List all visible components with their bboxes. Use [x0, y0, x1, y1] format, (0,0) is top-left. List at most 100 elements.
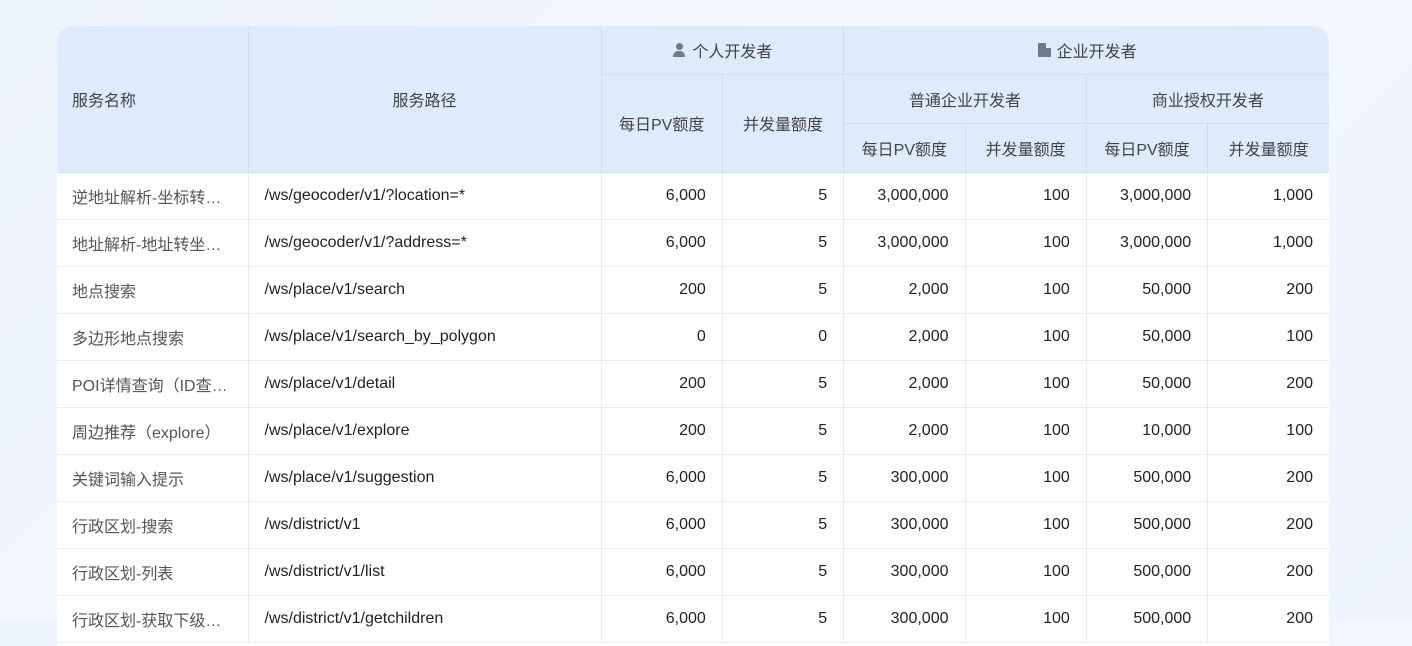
table-row: 逆地址解析-坐标转…/ws/geocoder/v1/?location=* 6,0… — [57, 172, 1329, 220]
service-path-cell: /ws/place/v1/detail — [248, 360, 602, 408]
normal-daily-pv-cell: 2,000 — [843, 360, 966, 408]
service-path-cell: /ws/place/v1/explore — [248, 407, 602, 455]
service-path-cell: /ws/place/v1/suggestion — [248, 454, 602, 502]
service-path-cell: /ws/geocoder/v1/?address=* — [248, 219, 602, 267]
service-name-cell: 行政区划-搜索 — [57, 501, 249, 549]
commercial-daily-pv-cell: 3,000,000 — [1086, 172, 1209, 220]
personal-daily-pv-cell: 6,000 — [601, 548, 723, 596]
commercial-daily-pv-cell: 500,000 — [1086, 501, 1209, 549]
header-enterprise-developer-label: 企业开发者 — [1056, 44, 1137, 62]
personal-concurrency-cell: 5 — [722, 595, 845, 643]
header-normal-enterprise: 普通企业开发者 — [843, 74, 1087, 124]
personal-concurrency-cell: 5 — [722, 266, 845, 314]
service-name-cell: 地点搜索 — [57, 266, 249, 314]
normal-daily-pv-cell: 3,000,000 — [843, 172, 966, 220]
normal-daily-pv-cell: 2,000 — [843, 313, 966, 361]
commercial-daily-pv-cell: 3,000,000 — [1086, 219, 1209, 267]
table-row: 行政区划-列表/ws/district/v1/list 6,000 5 300,000… — [57, 548, 1329, 596]
quota-table: 服务名称 服务路径 个人开发者 企业开发者 每日PV额度 并发量额度 普通企业开… — [57, 26, 1329, 643]
table-body: 逆地址解析-坐标转…/ws/geocoder/v1/?location=* 6,0… — [57, 172, 1329, 643]
commercial-concurrency-cell: 200 — [1207, 266, 1329, 314]
table-row: POI详情查询（ID查…/ws/place/v1/detail 200 5 2,000… — [57, 360, 1329, 408]
personal-daily-pv-cell: 200 — [601, 360, 723, 408]
commercial-concurrency-cell: 100 — [1207, 313, 1329, 361]
normal-concurrency-cell: 100 — [965, 548, 1087, 596]
personal-daily-pv-cell: 6,000 — [601, 595, 723, 643]
table-row: 多边形地点搜索/ws/place/v1/search_by_polygon 0 0 2… — [57, 313, 1329, 361]
service-path-cell: /ws/place/v1/search_by_polygon — [248, 313, 602, 361]
commercial-concurrency-cell: 200 — [1207, 595, 1329, 643]
header-personal-concurrency: 并发量额度 — [722, 74, 845, 173]
personal-concurrency-cell: 5 — [722, 219, 845, 267]
commercial-daily-pv-cell: 500,000 — [1086, 595, 1209, 643]
personal-concurrency-cell: 5 — [722, 172, 845, 220]
commercial-daily-pv-cell: 50,000 — [1086, 313, 1209, 361]
header-personal-developer: 个人开发者 — [601, 26, 845, 76]
commercial-concurrency-cell: 200 — [1207, 454, 1329, 502]
service-name-cell: 行政区划-获取下级… — [57, 595, 249, 643]
table-row: 行政区划-搜索/ws/district/v1 6,000 5 300,000 100 50… — [57, 501, 1329, 549]
header-personal-daily-pv: 每日PV额度 — [601, 74, 723, 173]
service-path-cell: /ws/geocoder/v1/?location=* — [248, 172, 602, 220]
normal-concurrency-cell: 100 — [965, 219, 1087, 267]
normal-concurrency-cell: 100 — [965, 266, 1087, 314]
header-commercial-auth: 商业授权开发者 — [1086, 74, 1329, 124]
normal-daily-pv-cell: 300,000 — [843, 595, 966, 643]
header-commercial-daily-pv: 每日PV额度 — [1086, 123, 1209, 173]
commercial-concurrency-cell: 200 — [1207, 548, 1329, 596]
personal-concurrency-cell: 5 — [722, 501, 845, 549]
personal-daily-pv-cell: 6,000 — [601, 219, 723, 267]
table-row: 地址解析-地址转坐…/ws/geocoder/v1/?address=* 6,00… — [57, 219, 1329, 267]
normal-concurrency-cell: 100 — [965, 454, 1087, 502]
personal-daily-pv-cell: 0 — [601, 313, 723, 361]
commercial-daily-pv-cell: 500,000 — [1086, 548, 1209, 596]
personal-concurrency-cell: 5 — [722, 360, 845, 408]
table-row: 关键词输入提示/ws/place/v1/suggestion 6,000 5 300,… — [57, 454, 1329, 502]
service-name-cell: 地址解析-地址转坐… — [57, 219, 249, 267]
personal-daily-pv-cell: 6,000 — [601, 454, 723, 502]
normal-daily-pv-cell: 3,000,000 — [843, 219, 966, 267]
user-icon — [672, 43, 686, 58]
personal-daily-pv-cell: 6,000 — [601, 501, 723, 549]
normal-daily-pv-cell: 300,000 — [843, 454, 966, 502]
header-service-name: 服务名称 — [57, 26, 249, 173]
personal-concurrency-cell: 0 — [722, 313, 845, 361]
normal-concurrency-cell: 100 — [965, 172, 1087, 220]
personal-daily-pv-cell: 200 — [601, 266, 723, 314]
table-row: 行政区划-获取下级…/ws/district/v1/getchildren 6,0… — [57, 595, 1329, 643]
commercial-daily-pv-cell: 50,000 — [1086, 360, 1209, 408]
service-name-cell: 逆地址解析-坐标转… — [57, 172, 249, 220]
normal-daily-pv-cell: 300,000 — [843, 548, 966, 596]
header-normal-daily-pv: 每日PV额度 — [843, 123, 966, 173]
header-normal-concurrency: 并发量额度 — [965, 123, 1087, 173]
commercial-daily-pv-cell: 50,000 — [1086, 266, 1209, 314]
commercial-daily-pv-cell: 500,000 — [1086, 454, 1209, 502]
commercial-concurrency-cell: 200 — [1207, 501, 1329, 549]
service-path-cell: /ws/district/v1/getchildren — [248, 595, 602, 643]
header-commercial-concurrency: 并发量额度 — [1207, 123, 1329, 173]
commercial-concurrency-cell: 200 — [1207, 360, 1329, 408]
normal-concurrency-cell: 100 — [965, 595, 1087, 643]
service-name-cell: 多边形地点搜索 — [57, 313, 249, 361]
table-row: 地点搜索/ws/place/v1/search 200 5 2,000 100 50,00… — [57, 266, 1329, 314]
header-service-path: 服务路径 — [248, 26, 602, 173]
personal-concurrency-cell: 5 — [722, 454, 845, 502]
normal-daily-pv-cell: 2,000 — [843, 407, 966, 455]
normal-concurrency-cell: 100 — [965, 501, 1087, 549]
personal-concurrency-cell: 5 — [722, 548, 845, 596]
commercial-concurrency-cell: 1,000 — [1207, 172, 1329, 220]
commercial-concurrency-cell: 100 — [1207, 407, 1329, 455]
service-name-cell: 行政区划-列表 — [57, 548, 249, 596]
personal-concurrency-cell: 5 — [722, 407, 845, 455]
personal-daily-pv-cell: 200 — [601, 407, 723, 455]
service-path-cell: /ws/district/v1 — [248, 501, 602, 549]
normal-concurrency-cell: 100 — [965, 360, 1087, 408]
header-personal-developer-label: 个人开发者 — [692, 44, 773, 62]
table-row: 周边推荐（explore）/ws/place/v1/explore 200 5 2,0… — [57, 407, 1329, 455]
service-name-cell: 关键词输入提示 — [57, 454, 249, 502]
building-icon — [1037, 43, 1051, 58]
normal-daily-pv-cell: 300,000 — [843, 501, 966, 549]
header-enterprise-developer: 企业开发者 — [843, 26, 1329, 76]
service-name-cell: 周边推荐（explore） — [57, 407, 249, 455]
commercial-concurrency-cell: 1,000 — [1207, 219, 1329, 267]
